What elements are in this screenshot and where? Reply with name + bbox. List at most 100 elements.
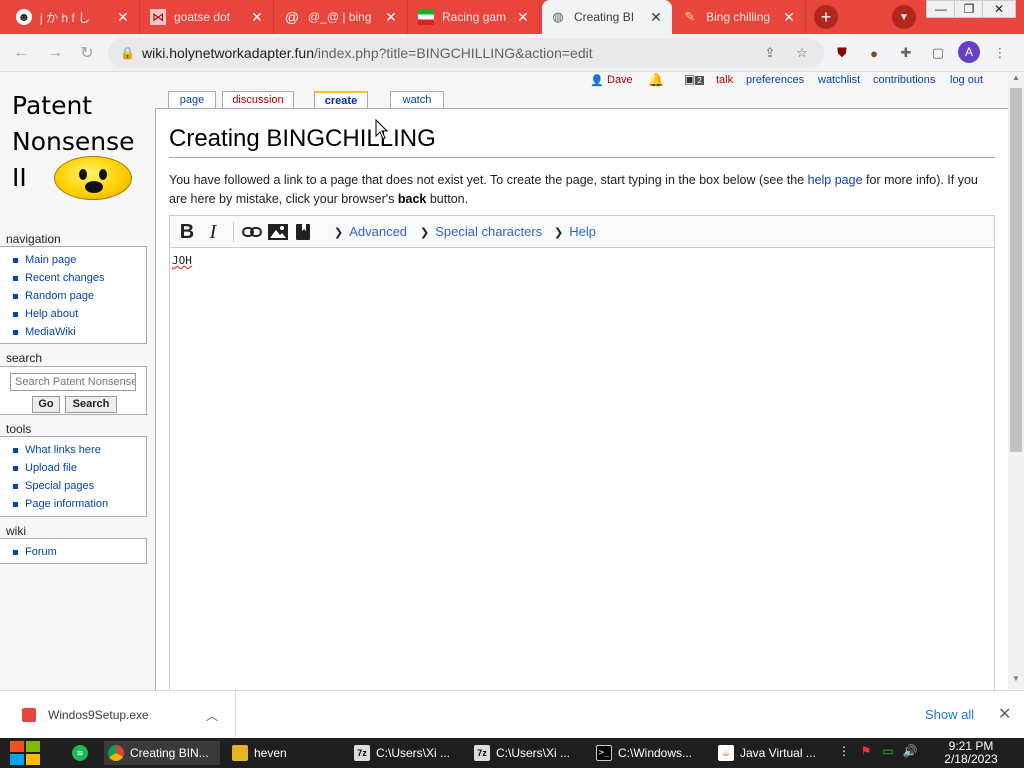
browser-tab[interactable]: ☻ j か h f し ✕: [8, 0, 140, 34]
tool-upload-file[interactable]: Upload file: [13, 459, 146, 477]
tab-watch[interactable]: watch: [390, 91, 444, 109]
nav-random-page[interactable]: Random page: [13, 287, 146, 305]
new-tab-button[interactable]: +: [814, 5, 838, 29]
taskbar-item-java[interactable]: ☕ Java Virtual ...: [714, 741, 826, 765]
contributions-link[interactable]: contributions: [873, 74, 935, 86]
browser-tab-active[interactable]: ◍ Creating BI ✕: [542, 0, 672, 34]
ublock-extension-icon[interactable]: ⛊: [832, 43, 852, 63]
scroll-up-arrow-icon[interactable]: ▲: [1010, 73, 1022, 85]
system-clock[interactable]: 9:21 PM 2/18/2023: [936, 740, 1006, 766]
chevron-right-icon: ❯: [420, 227, 430, 239]
wiki-forum-link[interactable]: Forum: [13, 543, 146, 561]
advanced-menu[interactable]: ❯ Advanced: [334, 224, 407, 239]
scroll-down-arrow-icon[interactable]: ▼: [1010, 674, 1022, 686]
navigation-portlet: Main page Recent changes Random page Hel…: [0, 246, 147, 344]
reference-button[interactable]: [292, 220, 314, 244]
close-tab-icon[interactable]: ✕: [781, 9, 797, 26]
extensions-puzzle-icon[interactable]: ✚: [896, 43, 916, 63]
tab-page[interactable]: page: [168, 91, 216, 109]
chevron-up-icon[interactable]: ︿: [206, 707, 218, 724]
file-icon: [22, 708, 36, 722]
page-title: Creating BINGCHILLING: [169, 125, 995, 158]
download-bar: Windos9Setup.exe ︿ Show all ✕: [0, 690, 1024, 739]
speaker-tray-icon[interactable]: 🔊: [902, 744, 918, 760]
close-tab-icon[interactable]: ✕: [249, 9, 265, 26]
forward-button[interactable]: →: [44, 42, 66, 64]
tab-create[interactable]: create: [314, 91, 368, 109]
help-page-link[interactable]: help page: [808, 173, 863, 187]
browser-tab[interactable]: Racing gam ✕: [410, 0, 540, 34]
italic-button[interactable]: I: [202, 220, 224, 244]
share-icon[interactable]: ⇪: [760, 43, 780, 63]
side-panel-icon[interactable]: ▢: [928, 43, 948, 63]
restore-window-button[interactable]: ❐: [954, 0, 984, 18]
nav-help-about[interactable]: Help about: [13, 305, 146, 323]
talk-link[interactable]: talk: [716, 74, 733, 86]
windows-taskbar: ≋ Creating BIN... heven 7z C:\Users\Xi ..…: [0, 738, 1024, 768]
browser-tab[interactable]: ✎ Bing chilling ✕: [674, 0, 806, 34]
nav-main-page[interactable]: Main page: [13, 251, 146, 269]
anime-favicon-icon: ☻: [16, 9, 32, 25]
profile-avatar[interactable]: A: [958, 41, 980, 63]
image-button[interactable]: [266, 220, 290, 244]
pencil-favicon-icon: ✎: [684, 9, 696, 24]
tab-discussion[interactable]: discussion: [222, 91, 294, 109]
notices-icon[interactable]: ▣ 2: [684, 72, 704, 86]
preferences-link[interactable]: preferences: [746, 74, 804, 86]
bold-button[interactable]: B: [176, 220, 198, 244]
browser-menu-icon[interactable]: ⋮: [990, 43, 1010, 63]
special-characters-menu[interactable]: ❯ Special characters: [420, 224, 542, 239]
browser-tab[interactable]: @ @_@ | bing ✕: [276, 0, 408, 34]
address-bar[interactable]: 🔒 wiki.holynetworkadapter.fun/index.php?…: [108, 38, 824, 68]
close-window-button[interactable]: ✕: [982, 0, 1016, 18]
help-menu[interactable]: ❯ Help: [554, 224, 596, 239]
book-icon: [296, 224, 310, 240]
search-button[interactable]: Search: [65, 396, 117, 413]
close-tab-icon[interactable]: ✕: [648, 9, 664, 26]
editor-textarea[interactable]: JOH: [172, 254, 192, 267]
7zip-icon: 7z: [354, 745, 370, 761]
network-tray-icon[interactable]: ▭: [880, 744, 896, 760]
back-button[interactable]: ←: [10, 42, 32, 64]
taskbar-item-7zip-2[interactable]: 7z C:\Users\Xi ...: [470, 741, 582, 765]
taskbar-spotify[interactable]: ≋: [68, 741, 94, 765]
chevron-right-icon: ❯: [554, 227, 564, 239]
reload-button[interactable]: ↻: [76, 42, 98, 64]
tool-special-pages[interactable]: Special pages: [13, 477, 146, 495]
tool-page-information[interactable]: Page information: [13, 495, 146, 513]
notifications-bell-icon[interactable]: 🔔: [648, 72, 664, 88]
download-item[interactable]: Windos9Setup.exe ︿: [0, 691, 236, 739]
flag-tray-icon[interactable]: ⚑: [858, 744, 874, 760]
search-input[interactable]: Search Patent Nonsense: [10, 373, 136, 391]
scrollbar-thumb[interactable]: [1010, 88, 1022, 452]
close-download-bar-icon[interactable]: ✕: [998, 704, 1011, 724]
go-button[interactable]: Go: [32, 396, 60, 413]
taskbar-item-folder[interactable]: heven: [228, 741, 340, 765]
close-tab-icon[interactable]: ✕: [383, 9, 399, 26]
tray-overflow-icon[interactable]: ⋮: [836, 744, 852, 760]
browser-tab[interactable]: ⋈ goatse dot ✕: [142, 0, 274, 34]
tool-what-links-here[interactable]: What links here: [13, 441, 146, 459]
bookmark-star-icon[interactable]: ☆: [792, 43, 812, 63]
nav-recent-changes[interactable]: Recent changes: [13, 269, 146, 287]
start-button[interactable]: [10, 741, 42, 765]
wiki-heading: wiki: [6, 524, 26, 538]
tab-search-button[interactable]: ▼: [892, 5, 916, 29]
lock-icon: 🔒: [120, 46, 135, 60]
log-out-link[interactable]: log out: [950, 74, 983, 86]
terminal-icon: >_: [596, 745, 612, 761]
show-all-downloads-link[interactable]: Show all: [925, 707, 974, 722]
close-tab-icon[interactable]: ✕: [515, 9, 531, 26]
url-path: /index.php?title=BINGCHILLING&action=edi…: [314, 45, 593, 61]
extension-avatar-icon[interactable]: ●: [864, 43, 884, 63]
watchlist-link[interactable]: watchlist: [818, 74, 860, 86]
link-button[interactable]: [240, 220, 264, 244]
nav-help-about-cont[interactable]: MediaWiki: [13, 323, 146, 341]
taskbar-item-chrome[interactable]: Creating BIN...: [104, 741, 220, 765]
minimize-window-button[interactable]: —: [926, 0, 956, 18]
taskbar-item-7zip-1[interactable]: 7z C:\Users\Xi ...: [350, 741, 462, 765]
globe-favicon-icon: ◍: [552, 9, 564, 24]
taskbar-item-cmd[interactable]: >_ C:\Windows...: [592, 741, 704, 765]
close-tab-icon[interactable]: ✕: [115, 9, 131, 26]
user-name-link[interactable]: Dave: [607, 74, 633, 86]
